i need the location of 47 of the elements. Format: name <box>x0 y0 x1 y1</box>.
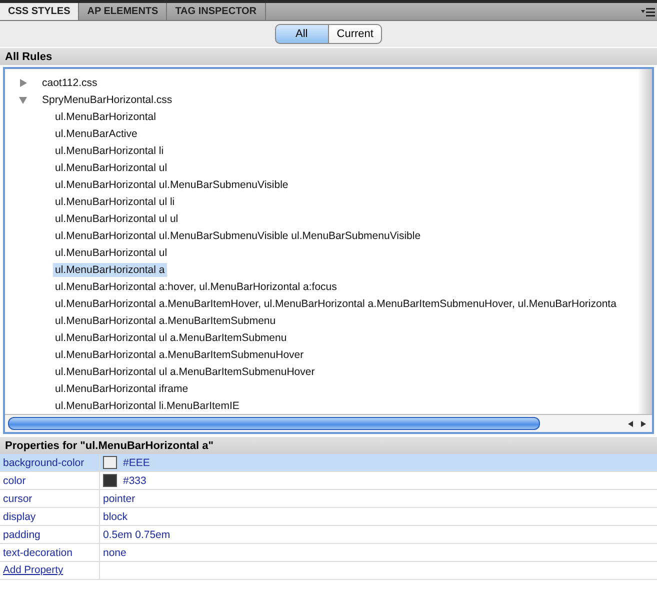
rule-item[interactable]: ul.MenuBarHorizontal iframe <box>53 382 190 396</box>
property-value[interactable]: #333 <box>123 474 146 486</box>
property-name[interactable]: display <box>0 508 100 526</box>
panel-tab[interactable]: AP ELEMENTS <box>79 3 168 20</box>
rule-item[interactable]: ul.MenuBarHorizontal li.MenuBarItemIE <box>53 398 242 412</box>
stylesheet-item[interactable]: caot112.css <box>40 76 100 90</box>
property-name[interactable]: padding <box>0 526 100 544</box>
property-value[interactable]: pointer <box>103 492 136 504</box>
color-swatch[interactable] <box>103 456 117 469</box>
rule-item[interactable]: ul.MenuBarHorizontal ul ul <box>53 212 180 226</box>
mode-toggle-button[interactable]: All <box>274 24 329 44</box>
rule-item[interactable]: ul.MenuBarHorizontal a.MenuBarItemSubmenu <box>53 314 278 328</box>
panel-menu-icon[interactable] <box>641 6 655 16</box>
section-header: All Rules <box>0 47 657 65</box>
rule-item[interactable]: ul.MenuBarHorizontal ul <box>53 160 170 174</box>
property-value[interactable]: block <box>103 510 128 522</box>
color-swatch[interactable] <box>103 474 117 487</box>
rule-item[interactable]: ul.MenuBarHorizontal ul.MenuBarSubmenuVisible ul.MenuBarSubmenuVisible <box>53 228 423 242</box>
rule-item[interactable]: ul.MenuBarHorizontal a <box>53 262 167 276</box>
rule-item[interactable]: ul.MenuBarHorizontal ul a.MenuBarItemSubmenuHover <box>53 364 317 378</box>
rule-item[interactable]: ul.MenuBarHorizontal li <box>53 144 166 158</box>
add-property-link[interactable]: Add Property <box>3 565 64 576</box>
rule-item[interactable]: ul.MenuBarActive <box>53 126 140 140</box>
rule-item[interactable]: ul.MenuBarHorizontal a.MenuBarItemHover, ul.MenuBarHorizontal a.MenuBarItemSubmenuHover, ul.MenuBarHorizonta <box>53 296 618 310</box>
property-value[interactable]: 0.5em 0.75em <box>103 528 170 540</box>
rule-item[interactable]: ul.MenuBarHorizontal ul <box>53 246 170 260</box>
panel-tab[interactable]: CSS STYLES <box>0 3 80 20</box>
property-name[interactable]: cursor <box>0 490 100 508</box>
rule-item[interactable]: ul.MenuBarHorizontal ul a.MenuBarItemSubmenu <box>53 330 289 344</box>
mode-toggle-button[interactable]: Current <box>328 24 382 44</box>
rule-item[interactable]: ul.MenuBarHorizontal a:hover, ul.MenuBarHorizontal a:focus <box>53 280 339 294</box>
property-value[interactable]: #EEE <box>123 456 150 468</box>
stylesheet-item[interactable]: SpryMenuBarHorizontal.css <box>40 92 174 106</box>
property-name[interactable]: background-color <box>0 454 100 472</box>
property-value[interactable]: none <box>103 546 126 558</box>
section-header: Properties for "ul.MenuBarHorizontal a" <box>0 436 657 454</box>
vertical-scrollbar[interactable] <box>637 69 652 414</box>
rule-item[interactable]: ul.MenuBarHorizontal a.MenuBarItemSubmenuHover <box>53 348 306 362</box>
property-name[interactable]: color <box>0 472 100 490</box>
rule-item[interactable]: ul.MenuBarHorizontal ul.MenuBarSubmenuVisible <box>53 178 290 192</box>
expand-arrow-icon[interactable] <box>19 78 27 86</box>
panel-tab[interactable]: TAG INSPECTOR <box>167 3 266 20</box>
property-name[interactable]: text-decoration <box>0 544 100 562</box>
rule-item[interactable]: ul.MenuBarHorizontal <box>53 110 158 124</box>
collapse-arrow-icon[interactable] <box>19 96 27 104</box>
rule-item[interactable]: ul.MenuBarHorizontal ul li <box>53 194 177 208</box>
horizontal-scrollbar[interactable] <box>5 414 652 432</box>
